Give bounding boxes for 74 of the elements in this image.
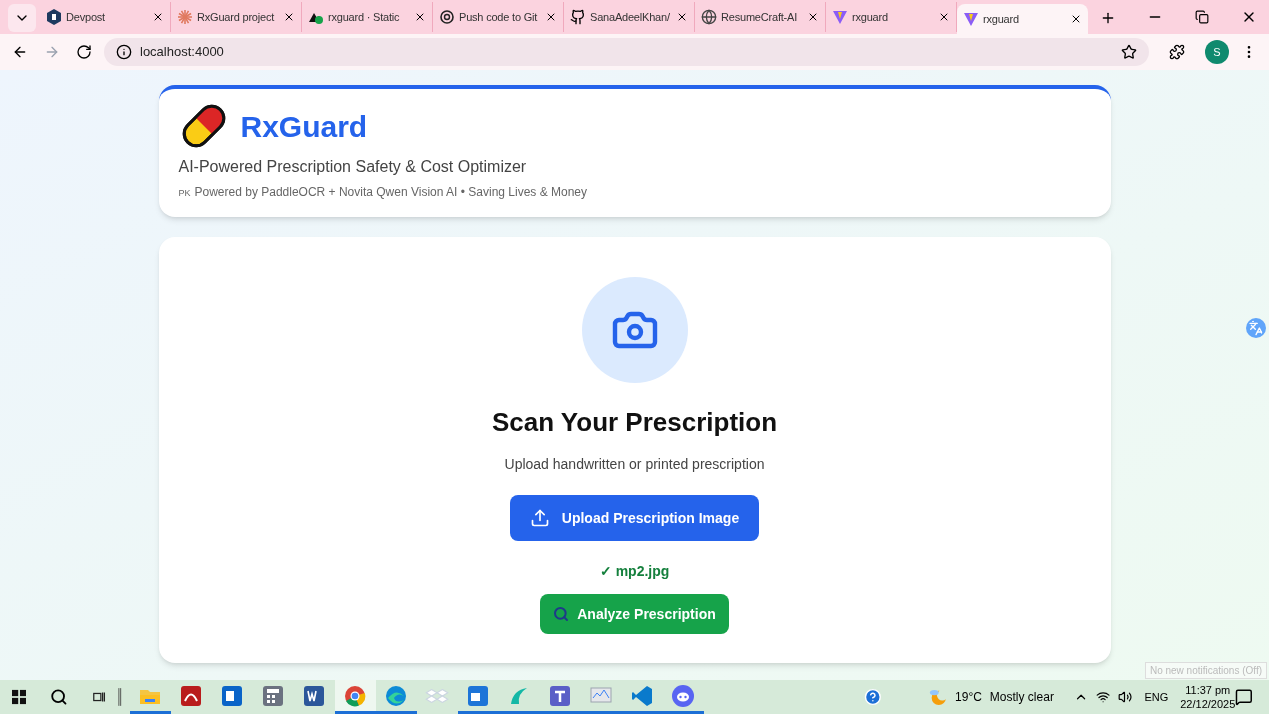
close-tab-icon[interactable] xyxy=(807,11,819,23)
app-title: RxGuard xyxy=(240,108,368,145)
team-app-icon xyxy=(548,683,573,708)
sunburst-icon xyxy=(177,9,193,25)
tab-title: RxGuard project xyxy=(197,9,276,25)
temperature: 19°C xyxy=(955,689,982,706)
notifications-icon[interactable] xyxy=(1235,687,1253,707)
clock-date[interactable]: 22/12/2025 xyxy=(1180,697,1236,711)
weather-text: Mostly clear xyxy=(989,689,1054,706)
wave-browser-icon xyxy=(384,683,409,708)
check-mark: ✓ xyxy=(599,562,612,581)
tagline: Powered by PaddleOCR + Novita Qwen Vision AI • Saving Lives & Money xyxy=(194,184,588,201)
calculator-icon xyxy=(261,683,286,708)
file-name: mp2.jpg xyxy=(615,562,670,581)
triangle-logo-icon xyxy=(963,11,979,27)
back-icon[interactable] xyxy=(12,44,28,60)
box-icon xyxy=(425,688,450,703)
code-editor-icon xyxy=(630,683,655,708)
grip-icon xyxy=(118,687,122,707)
browser-tab[interactable]: Push code to Git xyxy=(433,2,564,32)
globe-icon xyxy=(701,9,717,25)
site-info-icon[interactable] xyxy=(116,44,132,60)
browser-tab[interactable]: SanaAdeelKhan/ xyxy=(564,2,695,32)
browser-icon xyxy=(343,683,368,708)
new-tab-icon[interactable] xyxy=(1100,10,1116,26)
tab-title: Push code to Git xyxy=(459,9,539,25)
close-tab-icon[interactable] xyxy=(676,11,688,23)
flag-code: PK xyxy=(178,187,191,200)
translate-icon[interactable] xyxy=(1246,318,1266,338)
close-tab-icon[interactable] xyxy=(938,11,950,23)
taskbar-app[interactable] xyxy=(334,680,376,714)
tab-title: ResumeCraft-AI xyxy=(721,9,799,25)
reload-icon[interactable] xyxy=(76,44,92,60)
tab-title: rxguard · Static xyxy=(328,9,401,25)
close-tab-icon[interactable] xyxy=(152,11,164,23)
search-icon xyxy=(553,606,570,622)
bookmark-star-icon[interactable] xyxy=(1121,44,1137,60)
close-tab-icon[interactable] xyxy=(1070,13,1082,25)
search-icon[interactable] xyxy=(50,687,68,707)
notification-tooltip: No new notifications (Off) xyxy=(1144,662,1267,679)
language-indicator[interactable]: ENG xyxy=(1144,688,1169,706)
scan-hint: Upload handwritten or printed prescription xyxy=(504,455,765,474)
browser-tab[interactable]: rxguard xyxy=(957,4,1088,34)
windows-icon[interactable] xyxy=(12,689,27,705)
browser-tab[interactable]: ResumeCraft-AI xyxy=(695,2,826,32)
github-icon xyxy=(570,9,586,25)
tab-title: Devpost xyxy=(66,9,106,25)
close-tab-icon[interactable] xyxy=(414,11,426,23)
upload-button[interactable]: Upload Prescription Image xyxy=(510,495,759,541)
tab-title: rxguard xyxy=(852,9,889,25)
tab-search-button[interactable] xyxy=(8,4,36,32)
close-tab-icon[interactable] xyxy=(283,11,295,23)
profile-avatar[interactable]: S xyxy=(1205,40,1229,64)
extensions-icon[interactable] xyxy=(1169,44,1185,60)
tab-title: rxguard xyxy=(983,11,1020,27)
scan-heading: Scan Your Prescription xyxy=(491,406,778,439)
browser-tab[interactable]: Devpost xyxy=(40,2,171,32)
app-subtitle: AI-Powered Prescription Safety & Cost Optimizer xyxy=(178,157,528,177)
address-bar[interactable]: localhost:4000 xyxy=(104,38,1149,66)
browser-tab[interactable]: rxguard · Static xyxy=(302,2,433,32)
hexagon-logo-icon xyxy=(46,9,62,25)
tab-title: SanaAdeelKhan/ xyxy=(590,9,671,25)
wifi-icon[interactable] xyxy=(1096,689,1111,705)
close-tab-icon[interactable] xyxy=(545,11,557,23)
chat-app-icon xyxy=(671,683,696,708)
help-icon[interactable] xyxy=(863,687,882,707)
restore-icon[interactable] xyxy=(1195,10,1209,24)
volume-icon[interactable] xyxy=(1118,689,1133,705)
browser-tab[interactable]: RxGuard project xyxy=(171,2,302,32)
document-app-icon xyxy=(302,683,327,708)
clock-time[interactable]: 11:37 pm xyxy=(1185,683,1231,697)
upload-icon xyxy=(529,508,550,528)
url-text: localhost:4000 xyxy=(140,43,224,62)
triangle-logo-icon xyxy=(832,9,848,25)
